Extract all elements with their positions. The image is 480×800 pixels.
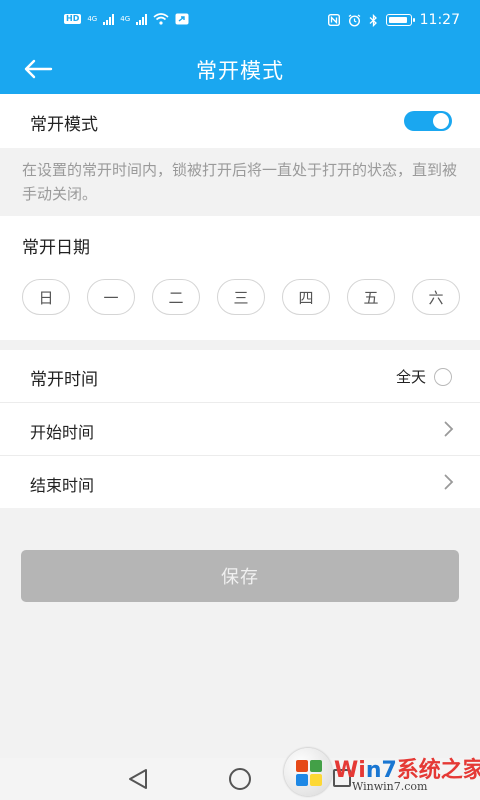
start-time-label: 开始时间 xyxy=(30,423,95,442)
chevron-right-icon xyxy=(444,474,454,490)
logo-quad-blue xyxy=(296,774,308,786)
status-bar: HD 4G 4G 11:27 xyxy=(0,0,480,44)
watermark: Win7系统之家 Winwin7.com xyxy=(282,746,480,800)
app-bar: 常开模式 xyxy=(0,44,480,94)
start-time-row[interactable]: 开始时间 xyxy=(0,402,480,455)
all-day-label: 全天 xyxy=(395,368,426,386)
days-card: 常开日期 日 一 二 三 四 五 六 xyxy=(0,216,480,340)
network-a-label: 4G xyxy=(87,15,98,23)
nav-home-icon[interactable] xyxy=(229,768,251,790)
windows-logo-icon xyxy=(284,748,332,796)
bluetooth-icon xyxy=(369,13,377,27)
all-day-radio[interactable] xyxy=(434,367,452,386)
nfc-icon xyxy=(327,14,340,26)
signal-a-icon xyxy=(103,13,115,25)
watermark-url: Winwin7.com xyxy=(352,780,428,793)
page-title: 常开模式 xyxy=(196,59,284,83)
signal-b-icon xyxy=(136,13,148,25)
day-mon[interactable]: 一 xyxy=(87,279,135,315)
time-title: 常开时间 xyxy=(30,370,98,390)
alarm-icon xyxy=(348,13,361,27)
save-button[interactable]: 保存 xyxy=(21,550,459,602)
time-row-header: 常开时间 全天 xyxy=(0,350,480,403)
toggle-knob xyxy=(433,113,449,129)
day-selector: 日 一 二 三 四 五 六 xyxy=(22,279,460,315)
share-icon xyxy=(175,13,189,25)
status-left: HD 4G 4G xyxy=(64,13,189,25)
logo-quad-red xyxy=(296,760,308,772)
mode-row: 常开模式 xyxy=(0,94,480,148)
nav-back-icon[interactable] xyxy=(128,768,148,790)
network-b-label: 4G xyxy=(120,15,131,23)
logo-quad-yellow xyxy=(310,774,322,786)
day-tue[interactable]: 二 xyxy=(152,279,200,315)
day-sat[interactable]: 六 xyxy=(412,279,460,315)
all-day-option[interactable]: 全天 xyxy=(396,366,452,387)
end-time-row[interactable]: 结束时间 xyxy=(0,455,480,508)
battery-icon xyxy=(385,14,415,26)
day-thu[interactable]: 四 xyxy=(282,279,330,315)
wifi-icon xyxy=(153,13,169,25)
clock: 11:27 xyxy=(419,12,460,28)
hd-badge: HD xyxy=(64,14,82,24)
mode-toggle[interactable] xyxy=(404,111,452,131)
day-wed[interactable]: 三 xyxy=(217,279,265,315)
logo-quad-green xyxy=(310,760,322,772)
end-time-label: 结束时间 xyxy=(30,476,95,495)
days-title: 常开日期 xyxy=(22,238,90,258)
chevron-right-icon xyxy=(444,421,454,437)
mode-label: 常开模式 xyxy=(30,115,98,135)
time-card: 常开时间 全天 开始时间 结束时间 xyxy=(0,350,480,508)
day-fri[interactable]: 五 xyxy=(347,279,395,315)
mode-description: 在设置的常开时间内，锁被打开后将一直处于打开的状态，直到被手动关闭。 xyxy=(22,161,458,203)
day-sun[interactable]: 日 xyxy=(22,279,70,315)
status-right: 11:27 xyxy=(327,12,460,28)
